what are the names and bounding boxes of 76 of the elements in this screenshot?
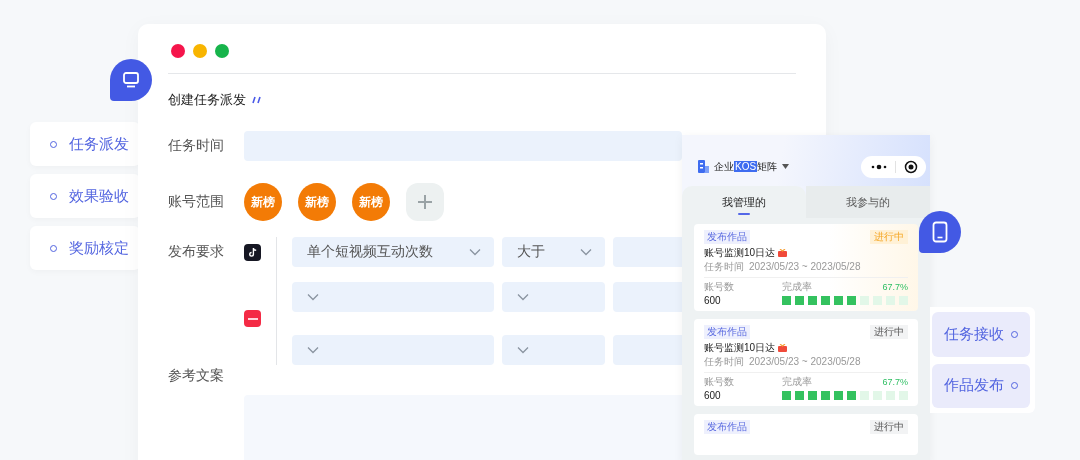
task-card[interactable]: 发布作品 进行中 账号监测10日达 任务时间 2023/05/23 ~ 2023/05/28 账号数 600 完成率 67.7% <box>694 319 918 406</box>
slash-mark-icon <box>252 95 262 105</box>
chevron-down-icon <box>517 293 529 301</box>
stat-label: 完成率 <box>782 376 812 388</box>
gift-icon <box>778 343 788 352</box>
account-count: 600 <box>704 390 722 401</box>
task-tag: 发布作品 <box>704 230 750 244</box>
dropdown[interactable]: 单个短视频互动次数 <box>292 237 494 267</box>
time-range: 2023/05/23 ~ 2023/05/28 <box>749 260 861 273</box>
chevron-down-icon <box>517 346 529 354</box>
menu-label: 任务接收 <box>944 324 1004 344</box>
menu-card[interactable]: 任务接收 <box>932 312 1030 357</box>
brand-name: 企业KOS矩阵 <box>714 159 778 174</box>
task-card[interactable]: 发布作品 进行中 账号监测10日达 任务时间 2023/05/23 ~ 2023/05/28 账号数 600 完成率 67.7% <box>694 224 918 311</box>
menu-card[interactable]: 效果验收 <box>30 174 140 218</box>
completion-rate: 67.7% <box>882 282 908 292</box>
more-icon[interactable] <box>871 163 887 170</box>
dropdown[interactable] <box>613 237 682 267</box>
chevron-down-icon <box>307 346 319 354</box>
field-label: 任务时间 <box>168 137 225 155</box>
task-tag: 发布作品 <box>704 420 750 434</box>
minimize-dot-icon[interactable] <box>193 44 207 58</box>
dropdown[interactable] <box>502 335 605 365</box>
date-range-field[interactable] <box>244 131 682 161</box>
menu-label: 奖励核定 <box>69 238 129 258</box>
dropdown[interactable] <box>292 335 494 365</box>
task-card[interactable]: 发布作品 进行中 <box>694 414 918 455</box>
caret-icon[interactable] <box>782 164 790 169</box>
tab[interactable]: 我管理的 <box>682 186 806 218</box>
account-avatar[interactable]: 新榜 <box>298 183 336 221</box>
music-note-icon <box>244 243 261 261</box>
target-icon[interactable] <box>904 159 918 174</box>
stat-label: 完成率 <box>782 281 812 293</box>
task-title: 账号监测10日达 <box>704 341 776 354</box>
task-title: 账号监测10日达 <box>704 246 776 259</box>
time-label: 任务时间 <box>704 260 744 273</box>
menu-card[interactable]: 作品发布 <box>932 363 1030 408</box>
completion-rate: 67.7% <box>882 377 908 387</box>
status-tag: 进行中 <box>870 420 908 434</box>
menu-label: 作品发布 <box>944 376 1004 396</box>
status-tag: 进行中 <box>870 325 908 339</box>
task-tag: 发布作品 <box>704 325 750 339</box>
stat-label: 账号数 <box>704 376 735 388</box>
menu-label: 任务派发 <box>69 134 129 154</box>
status-tag: 进行中 <box>870 230 908 244</box>
form-title: 创建任务派发 <box>168 91 246 109</box>
menu-card[interactable]: 奖励核定 <box>30 226 140 270</box>
time-range: 2023/05/23 ~ 2023/05/28 <box>749 355 861 368</box>
plus-icon <box>417 194 433 210</box>
field-label: 账号范围 <box>168 193 225 211</box>
dropdown[interactable] <box>502 282 605 312</box>
phone-icon <box>919 211 961 253</box>
chevron-down-icon <box>580 248 592 256</box>
chevron-down-icon <box>469 248 481 256</box>
field-label: 发布要求 <box>168 243 225 261</box>
building-icon <box>698 160 709 173</box>
menu-label: 效果验收 <box>69 186 129 206</box>
account-avatar[interactable]: 新榜 <box>244 183 282 221</box>
dropdown[interactable] <box>613 335 682 365</box>
dropdown[interactable]: 大于 <box>502 237 605 267</box>
gift-icon <box>778 248 788 257</box>
tab[interactable]: 我参与的 <box>806 186 930 218</box>
maximize-dot-icon[interactable] <box>215 44 229 58</box>
dropdown[interactable] <box>292 282 494 312</box>
stat-label: 账号数 <box>704 281 735 293</box>
field-label: 参考文案 <box>168 367 225 385</box>
platform-logo-icon <box>244 310 261 327</box>
account-count: 600 <box>704 295 722 306</box>
add-button[interactable] <box>406 183 444 221</box>
close-dot-icon[interactable] <box>171 44 185 58</box>
chevron-down-icon <box>307 293 319 301</box>
account-avatar[interactable]: 新榜 <box>352 183 390 221</box>
menu-card[interactable]: 任务派发 <box>30 122 140 166</box>
dropdown[interactable] <box>613 282 682 312</box>
mini-program-capsule[interactable] <box>861 155 926 178</box>
time-label: 任务时间 <box>704 355 744 368</box>
